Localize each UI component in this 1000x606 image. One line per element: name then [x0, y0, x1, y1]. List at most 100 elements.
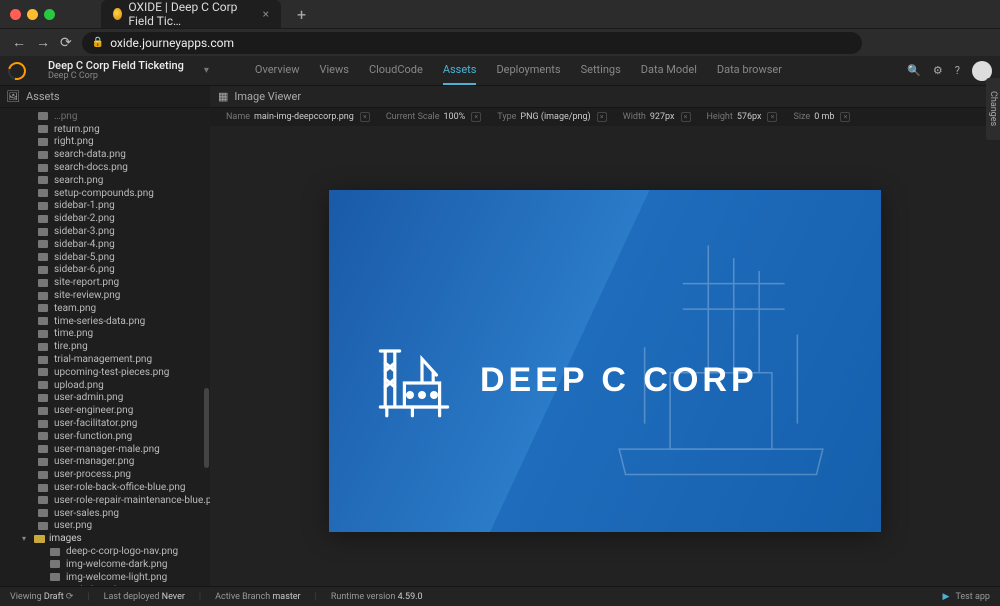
new-tab-button[interactable]: + — [297, 5, 306, 24]
footer-branch-value[interactable]: master — [272, 592, 300, 602]
tab-views[interactable]: Views — [319, 56, 348, 85]
assets-icon: 🖼 — [6, 90, 20, 103]
browser-toolbar: ← → ⟳ 🔒 oxide.journeyapps.com — [0, 28, 1000, 56]
file-icon — [38, 368, 48, 376]
window-close[interactable] — [10, 9, 21, 20]
file-item[interactable]: tire.png — [0, 340, 210, 353]
file-item[interactable]: img-welcome-light.png — [0, 571, 210, 584]
file-tree[interactable]: …pngreturn.pngright.pngsearch-data.pngse… — [0, 108, 210, 586]
chevron-down-icon[interactable]: ▾ — [204, 65, 209, 76]
search-icon[interactable]: 🔍 — [907, 64, 921, 77]
file-item[interactable]: user-role-back-office-blue.png — [0, 481, 210, 494]
file-icon — [38, 496, 48, 504]
file-item[interactable]: img-welcome-dark.png — [0, 558, 210, 571]
viewer-canvas[interactable]: DEEP C CORP — [210, 126, 1000, 586]
file-item[interactable]: site-report.png — [0, 276, 210, 289]
clear-icon[interactable]: × — [767, 112, 777, 122]
tab-data-model[interactable]: Data Model — [641, 56, 697, 85]
meta-type-label: Type — [497, 112, 516, 122]
project-subtitle: Deep C Corp — [48, 72, 184, 82]
tab-overview[interactable]: Overview — [255, 56, 300, 85]
file-item[interactable]: user-function.png — [0, 430, 210, 443]
app-logo-icon[interactable] — [5, 58, 30, 83]
file-item[interactable]: right.png — [0, 136, 210, 149]
file-item[interactable]: user.png — [0, 520, 210, 533]
file-name: right.png — [54, 136, 94, 147]
file-icon — [38, 458, 48, 466]
window-maximize[interactable] — [44, 9, 55, 20]
clear-icon[interactable]: × — [471, 112, 481, 122]
browser-tab[interactable]: OXIDE | Deep C Corp Field Tic… × — [101, 0, 281, 28]
file-item[interactable]: …png — [0, 110, 210, 123]
file-item[interactable]: user-sales.png — [0, 507, 210, 520]
clear-icon[interactable]: × — [597, 112, 607, 122]
file-item[interactable]: sidebar-3.png — [0, 225, 210, 238]
reload-button[interactable]: ⟳ — [60, 35, 72, 51]
file-item[interactable]: trial-management.png — [0, 353, 210, 366]
file-item[interactable]: upcoming-test-pieces.png — [0, 366, 210, 379]
clear-icon[interactable]: × — [360, 112, 370, 122]
file-item[interactable]: sidebar-5.png — [0, 251, 210, 264]
meta-scale-label: Current Scale — [386, 112, 440, 122]
tab-cloudcode[interactable]: CloudCode — [369, 56, 423, 85]
status-bar: Viewing Draft ⟳ | Last deployed Never | … — [0, 586, 1000, 606]
file-icon — [38, 509, 48, 517]
test-app-button[interactable]: ▶ Test app — [943, 592, 990, 602]
file-item[interactable]: upload.png — [0, 379, 210, 392]
clear-icon[interactable]: × — [840, 112, 850, 122]
file-icon — [50, 560, 60, 568]
tab-settings[interactable]: Settings — [581, 56, 621, 85]
window-minimize[interactable] — [27, 9, 38, 20]
folder-item[interactable]: ▾images — [0, 532, 210, 545]
file-item[interactable]: time.png — [0, 328, 210, 341]
file-icon — [38, 343, 48, 351]
file-icon — [38, 484, 48, 492]
file-item[interactable]: sidebar-2.png — [0, 212, 210, 225]
tab-data-browser[interactable]: Data browser — [717, 56, 782, 85]
file-item[interactable]: site-review.png — [0, 289, 210, 302]
file-item[interactable]: user-admin.png — [0, 392, 210, 405]
metadata-bar: Namemain-img-deepccorp.png× Current Scal… — [210, 108, 1000, 126]
file-name: sidebar-3.png — [54, 226, 115, 237]
close-tab-icon[interactable]: × — [263, 7, 269, 21]
changes-panel-tab[interactable]: Changes — [986, 78, 1000, 140]
file-item[interactable]: user-process.png — [0, 468, 210, 481]
file-item[interactable]: deep-c-corp-logo-nav.png — [0, 545, 210, 558]
project-switcher[interactable]: Deep C Corp Field Ticketing Deep C Corp — [48, 60, 184, 82]
file-item[interactable]: team.png — [0, 302, 210, 315]
file-item[interactable]: time-series-data.png — [0, 315, 210, 328]
scrollbar-thumb[interactable] — [204, 388, 209, 468]
nav-tabs: Overview Views CloudCode Assets Deployments S… — [255, 56, 782, 85]
file-name: sidebar-5.png — [54, 252, 115, 263]
footer-viewing-value[interactable]: Draft — [44, 592, 64, 602]
file-item[interactable]: return.png — [0, 123, 210, 136]
tab-deployments[interactable]: Deployments — [496, 56, 560, 85]
gear-icon[interactable]: ⚙ — [933, 64, 943, 77]
file-name: team.png — [54, 303, 96, 314]
file-item[interactable]: sidebar-6.png — [0, 264, 210, 277]
file-name: search-data.png — [54, 149, 126, 160]
clear-icon[interactable]: × — [681, 112, 691, 122]
file-item[interactable]: setup-compounds.png — [0, 187, 210, 200]
file-item[interactable]: user-engineer.png — [0, 404, 210, 417]
file-item[interactable]: user-role-repair-maintenance-blue.png — [0, 494, 210, 507]
file-item[interactable]: sidebar-1.png — [0, 200, 210, 213]
file-item[interactable]: user-facilitator.png — [0, 417, 210, 430]
project-title: Deep C Corp Field Ticketing — [48, 60, 184, 72]
file-icon — [38, 151, 48, 159]
tab-assets[interactable]: Assets — [443, 56, 477, 85]
file-item[interactable]: search-docs.png — [0, 161, 210, 174]
play-icon: ▶ — [943, 592, 950, 602]
meta-width-value: 927px — [650, 112, 675, 122]
file-item[interactable]: user-manager.png — [0, 456, 210, 469]
file-name: return.png — [54, 124, 100, 135]
help-icon[interactable]: ? — [955, 64, 960, 77]
file-item[interactable]: search-data.png — [0, 148, 210, 161]
file-item[interactable]: sidebar-4.png — [0, 238, 210, 251]
back-button[interactable]: ← — [12, 34, 26, 51]
file-item[interactable]: search.png — [0, 174, 210, 187]
file-item[interactable]: user-manager-male.png — [0, 443, 210, 456]
file-name: sidebar-2.png — [54, 213, 115, 224]
address-bar[interactable]: 🔒 oxide.journeyapps.com — [82, 32, 862, 54]
forward-button[interactable]: → — [36, 34, 50, 51]
